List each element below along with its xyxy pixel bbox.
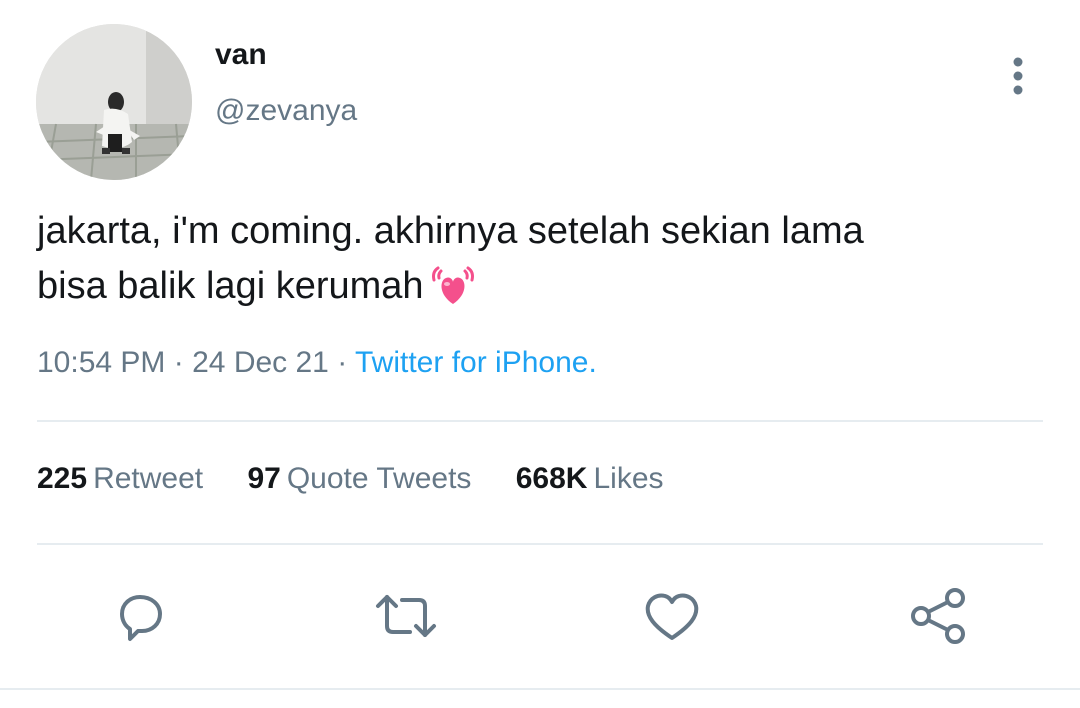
likes-count-value: 668K xyxy=(515,462,588,495)
display-name[interactable]: van xyxy=(215,38,267,72)
retweet-count-label: Retweet xyxy=(93,462,204,495)
tweet-stats: 225 Retweet 97 Quote Tweets 668K Likes xyxy=(37,462,700,496)
retweet-icon[interactable] xyxy=(374,584,438,648)
divider xyxy=(37,420,1043,422)
tweet-text: jakarta, i'm coming. akhirnya setelah se… xyxy=(37,204,1037,322)
likes-count-label: Likes xyxy=(593,462,664,495)
tweet-date: 24 Dec 21 xyxy=(192,346,329,379)
tweet-meta: 10:54 PM · 24 Dec 21 · Twitter for iPhon… xyxy=(37,346,597,380)
divider xyxy=(37,543,1043,545)
tweet-text-line-content: bisa balik lagi kerumah xyxy=(37,265,424,307)
avatar[interactable] xyxy=(36,24,192,180)
retweet-count[interactable]: 225 Retweet xyxy=(37,462,203,496)
reply-icon[interactable] xyxy=(108,584,172,648)
retweet-count-value: 225 xyxy=(37,462,88,495)
divider xyxy=(0,688,1080,690)
tweet-text-line: bisa balik lagi kerumah xyxy=(37,259,1037,322)
likes-count[interactable]: 668K Likes xyxy=(516,462,664,496)
more-vertical-icon[interactable] xyxy=(998,52,1038,100)
tweet-text-line: jakarta, i'm coming. akhirnya setelah se… xyxy=(37,210,864,252)
quote-tweets-label: Quote Tweets xyxy=(286,462,472,495)
user-handle[interactable]: @zevanya xyxy=(215,94,357,128)
quote-tweets-count[interactable]: 97 Quote Tweets xyxy=(247,462,471,496)
heart-icon[interactable] xyxy=(640,584,704,648)
meta-separator: · xyxy=(173,346,184,379)
quote-tweets-value: 97 xyxy=(247,462,281,495)
share-icon[interactable] xyxy=(907,584,971,648)
tweet-time: 10:54 PM xyxy=(37,346,166,379)
meta-separator: · xyxy=(337,346,348,379)
growing-heart-emoji xyxy=(430,262,476,322)
tweet-source-link[interactable]: Twitter for iPhone. xyxy=(355,346,597,379)
